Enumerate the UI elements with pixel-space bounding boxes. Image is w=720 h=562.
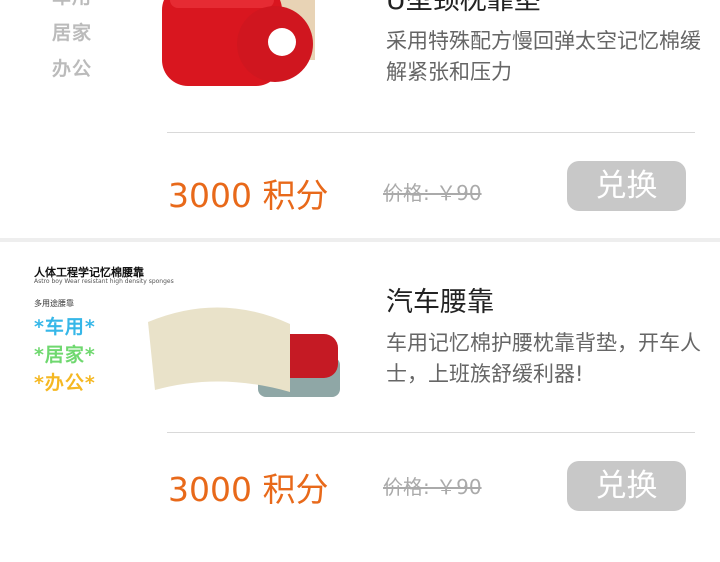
points-cost: 3000 积分 <box>168 470 329 509</box>
redeem-button[interactable]: 兑换 <box>567 161 686 211</box>
product-card[interactable]: 车用 居家 办公 U型颈枕靠垫 采用特殊配方慢回弹太空记忆棉缓解紧张和压力 30… <box>0 0 720 238</box>
divider <box>167 432 695 433</box>
product-card[interactable]: 人体工程学记忆棉腰靠 Astro boy Wear resistant high… <box>0 242 720 562</box>
product-image-neck-pillow[interactable]: 车用 居家 办公 <box>20 0 350 150</box>
points-cost: 3000 积分 <box>168 176 329 215</box>
product-description: 采用特殊配方慢回弹太空记忆棉缓解紧张和压力 <box>386 29 701 84</box>
product-description: 车用记忆棉护腰枕靠背垫，开车人士，上班族舒缓利器! <box>386 331 701 386</box>
product-title: 汽车腰靠 <box>386 287 494 318</box>
redeem-button[interactable]: 兑换 <box>567 461 686 511</box>
product-title: U型颈枕靠垫 <box>386 0 541 16</box>
original-price: 价格: ￥90 <box>383 181 482 205</box>
pillow-illustration <box>162 0 315 86</box>
original-price: 价格: ￥90 <box>383 475 482 499</box>
divider <box>167 132 695 133</box>
